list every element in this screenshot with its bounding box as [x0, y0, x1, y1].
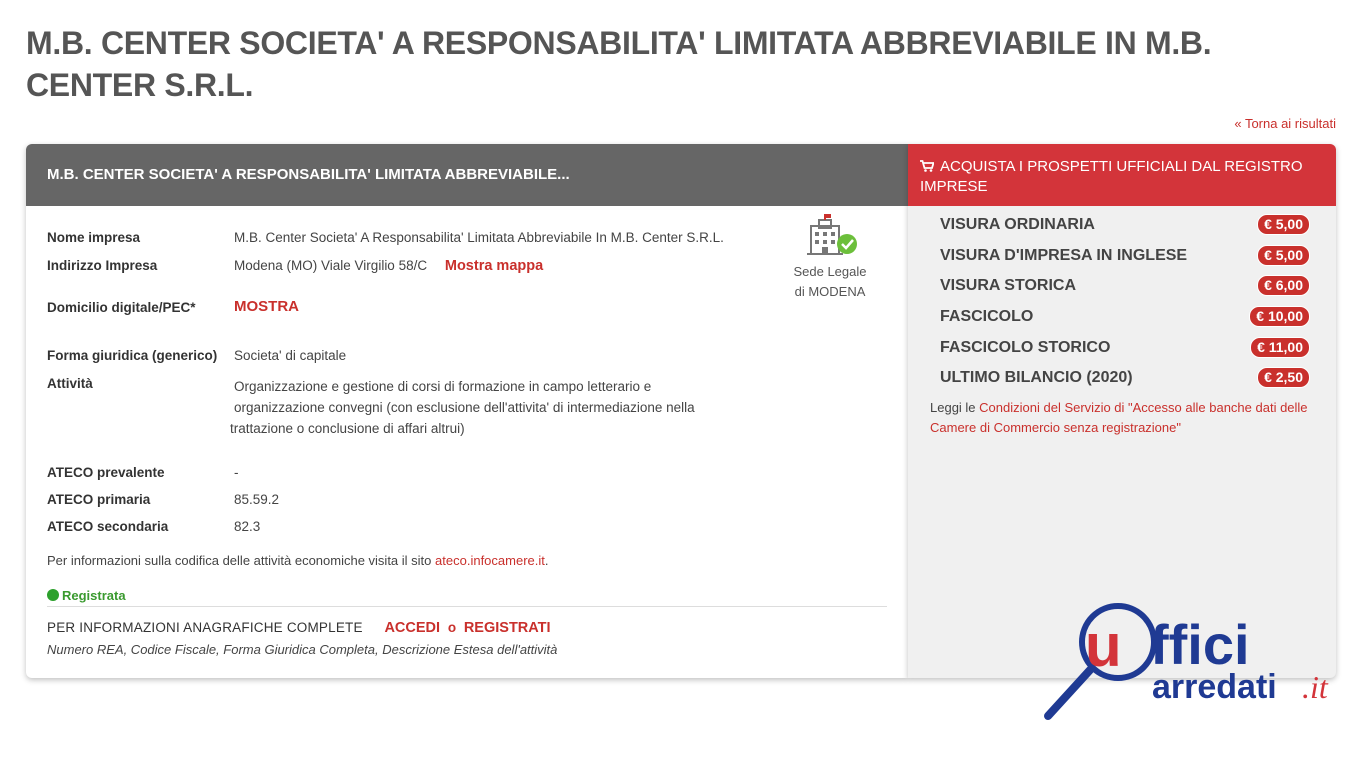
or-text: o [447, 620, 457, 635]
logo-part-1: ffici [1150, 613, 1250, 676]
company-card: M.B. CENTER SOCIETA' A RESPONSABILITA' L… [26, 144, 908, 678]
page-title: M.B. CENTER SOCIETA' A RESPONSABILITA' L… [26, 25, 1212, 103]
ateco-site-link[interactable]: ateco.infocamere.it [435, 553, 545, 568]
svg-text:u: u [1085, 612, 1122, 679]
show-map-link[interactable]: Mostra mappa [445, 258, 543, 274]
price-badge[interactable]: € 2,50 [1257, 367, 1310, 389]
product-item[interactable]: ULTIMO BILANCIO (2020) € 2,50 [940, 367, 1310, 398]
product-list: VISURA ORDINARIA € 5,00 VISURA D'IMPRESA … [940, 214, 1310, 398]
product-name: FASCICOLO STORICO [940, 338, 1111, 356]
back-to-results-link[interactable]: « Torna ai risultati [1234, 116, 1336, 131]
cart-icon [920, 160, 934, 172]
ateco-secondaria-label: ATECO secondaria [47, 519, 169, 534]
note-prefix: Leggi le [930, 400, 976, 415]
ateco-prevalente-value: - [234, 465, 239, 480]
product-name: VISURA ORDINARIA [940, 216, 1095, 233]
pec-label: Domicilio digitale/PEC* [47, 300, 196, 315]
service-conditions-note: Leggi le Condizioni del Servizio di "Acc… [930, 398, 1320, 438]
ateco-info-text: Per informazioni sulla codifica delle at… [47, 553, 432, 568]
indirizzo-text: Modena (MO) Viale Virgilio 58/C [234, 258, 428, 273]
forma-label: Forma giuridica (generico) [47, 348, 218, 363]
price-badge[interactable]: € 5,00 [1257, 244, 1310, 266]
ateco-secondaria-value: 82.3 [234, 519, 261, 534]
company-card-header: M.B. CENTER SOCIETA' A RESPONSABILITA' L… [26, 144, 908, 206]
status-badge: Registrata [47, 588, 126, 603]
status-dot-icon [47, 589, 59, 601]
indirizzo-value: Modena (MO) Viale Virgilio 58/C Mostra m… [234, 258, 543, 274]
ufficiarredati-logo: u ffici arredati .it [1044, 603, 1329, 720]
product-item[interactable]: FASCICOLO STORICO € 11,00 [940, 336, 1310, 368]
divider [47, 606, 887, 607]
sede-line-2: di MODENA [794, 284, 866, 299]
nome-value: M.B. Center Societa' A Responsabilita' L… [234, 230, 724, 245]
product-item[interactable]: VISURA ORDINARIA € 5,00 [940, 214, 1310, 245]
attivita-label: Attività [47, 376, 93, 391]
ateco-info: Per informazioni sulla codifica delle at… [47, 551, 549, 571]
attivita-line-2: organizzazione convegni (con esclusione … [234, 400, 695, 415]
ateco-primaria-label: ATECO primaria [47, 492, 151, 507]
price-badge[interactable]: € 10,00 [1249, 306, 1310, 328]
ateco-primaria-value: 85.59.2 [234, 492, 280, 507]
sede-legale: Sede Legale di MODENA [786, 214, 874, 302]
price-badge[interactable]: € 6,00 [1257, 275, 1310, 297]
sede-line-1: Sede Legale [793, 264, 867, 279]
product-item[interactable]: VISURA STORICA € 6,00 [940, 275, 1310, 306]
nome-label: Nome impresa [47, 230, 141, 245]
full-info-row: PER INFORMAZIONI ANAGRAFICHE COMPLETE AC… [47, 620, 551, 636]
price-badge[interactable]: € 5,00 [1257, 214, 1310, 235]
login-link[interactable]: ACCEDI [384, 620, 440, 636]
status-text: Registrata [62, 588, 126, 603]
service-conditions-link[interactable]: Condizioni del Servizio di "Accesso alle… [930, 400, 1308, 435]
attivita-line-1: Organizzazione e gestione di corsi di fo… [234, 379, 652, 394]
product-name: VISURA D'IMPRESA IN INGLESE [940, 246, 1188, 264]
ateco-info-period: . [544, 553, 549, 568]
forma-value: Societa' di capitale [234, 348, 347, 363]
building-check-icon [807, 214, 857, 255]
attivita-line-3: trattazione o conclusione di affari altr… [230, 421, 465, 436]
product-item[interactable]: FASCICOLO € 10,00 [940, 306, 1310, 337]
ateco-prevalente-label: ATECO prevalente [47, 465, 165, 480]
purchase-panel-header: ACQUISTA I PROSPETTI UFFICIALI DAL REGIS… [908, 144, 1336, 206]
logo-part-2: arredati [1152, 668, 1277, 706]
show-pec-link[interactable]: MOSTRA [234, 298, 299, 315]
product-name: VISURA STORICA [940, 277, 1077, 295]
full-info-sub: Numero REA, Codice Fiscale, Forma Giurid… [47, 642, 558, 657]
product-name: FASCICOLO [940, 308, 1034, 326]
logo-part-3: .it [1302, 669, 1329, 705]
product-name: ULTIMO BILANCIO (2020) [940, 369, 1133, 387]
full-info-label: PER INFORMAZIONI ANAGRAFICHE COMPLETE [47, 620, 363, 635]
indirizzo-label: Indirizzo Impresa [47, 258, 158, 273]
register-link[interactable]: REGISTRATI [464, 620, 551, 636]
product-item[interactable]: VISURA D'IMPRESA IN INGLESE € 5,00 [940, 244, 1310, 276]
purchase-header-text: ACQUISTA I PROSPETTI UFFICIALI DAL REGIS… [920, 158, 1303, 195]
price-badge[interactable]: € 11,00 [1250, 336, 1310, 358]
